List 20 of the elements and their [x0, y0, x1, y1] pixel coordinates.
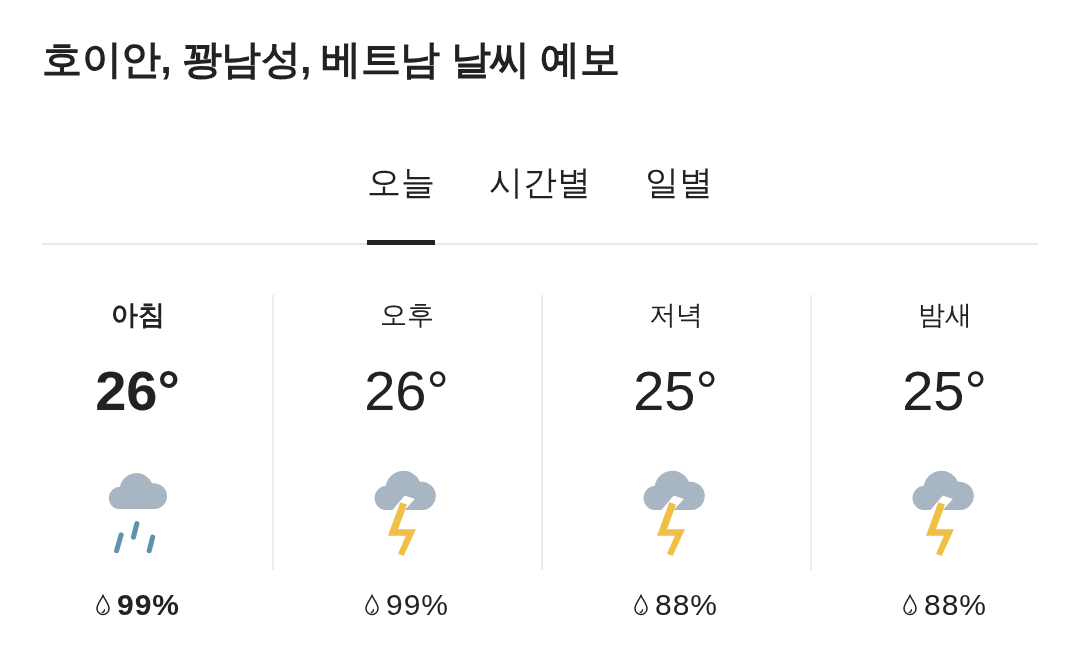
temperature: 26°: [95, 359, 180, 423]
raindrop-icon: [94, 594, 111, 616]
raindrop-icon: [632, 594, 649, 616]
precipitation-chance: 99%: [385, 587, 449, 623]
period-label: 밤새: [917, 299, 972, 332]
period-label: 아침: [110, 299, 165, 332]
precipitation-chance: 88%: [923, 587, 987, 623]
precipitation-chance: 88%: [654, 587, 718, 623]
temperature: 26°: [364, 359, 449, 423]
temperature: 25°: [902, 359, 987, 423]
tab[interactable]: 오늘: [367, 148, 435, 245]
page-title: 호이안, 꽝남성, 베트남 날씨 예보: [42, 36, 620, 83]
period-label: 오후: [379, 299, 434, 332]
raindrop-icon: [901, 594, 918, 616]
tab[interactable]: 시간별: [489, 148, 591, 245]
precipitation-chance: 99%: [116, 587, 180, 623]
temperature: 25°: [633, 359, 718, 423]
raindrop-icon: [363, 594, 380, 616]
period-label: 저녁: [648, 299, 703, 332]
tab[interactable]: 일별: [645, 148, 713, 245]
